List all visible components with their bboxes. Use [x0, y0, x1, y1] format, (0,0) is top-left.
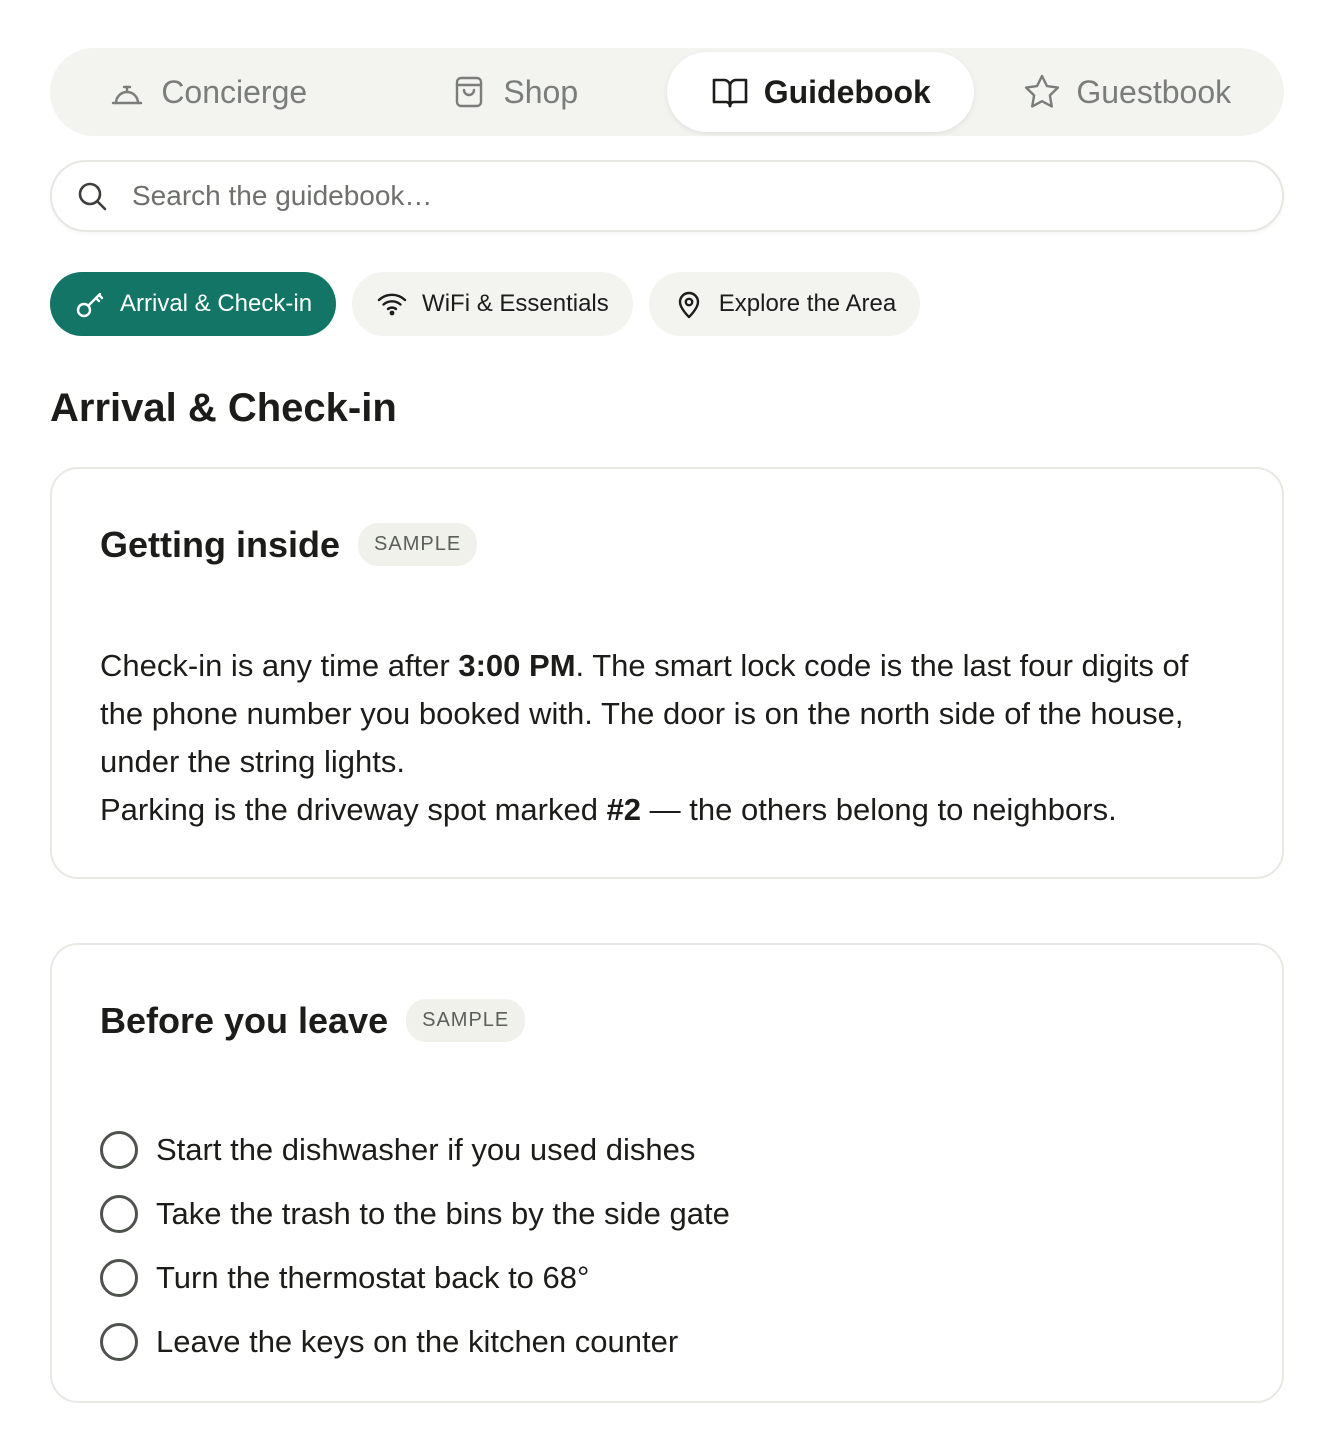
checklist-item-label: Take the trash to the bins by the side g… [156, 1196, 730, 1231]
wifi-icon [376, 288, 408, 320]
checklist-item[interactable]: Start the dishwasher if you used dishes [100, 1118, 1234, 1182]
checklist-item-label: Start the dishwasher if you used dishes [156, 1132, 696, 1167]
checklist-item[interactable]: Take the trash to the bins by the side g… [100, 1182, 1234, 1246]
card-title: Getting inside [100, 523, 341, 565]
parking-spot: #2 [606, 792, 642, 827]
checkbox-circle-icon[interactable] [100, 1323, 138, 1361]
tab-guidebook[interactable]: Guidebook [667, 52, 974, 132]
tab-concierge[interactable]: Concierge [54, 52, 361, 132]
shopping-bag-icon [449, 72, 489, 112]
checkout-checklist: Start the dishwasher if you used dishes … [100, 1118, 1234, 1374]
category-filter: Arrival & Check-in WiFi & Essentials Exp… [50, 272, 1284, 336]
search-icon [76, 180, 108, 212]
sample-badge: SAMPLE [358, 523, 478, 566]
key-icon [74, 288, 106, 320]
card-header: Before you leave SAMPLE [100, 999, 1234, 1042]
bell-icon [107, 72, 147, 112]
category-label: Arrival & Check-in [120, 290, 313, 317]
search-input[interactable] [132, 180, 1232, 212]
sample-badge: SAMPLE [406, 999, 526, 1042]
category-label: Explore the Area [718, 290, 897, 317]
tab-label: Concierge [161, 73, 308, 110]
card-title: Before you leave [100, 999, 389, 1041]
category-explore-area[interactable]: Explore the Area [648, 272, 921, 336]
checklist-item-label: Leave the keys on the kitchen counter [156, 1324, 679, 1359]
checkbox-circle-icon[interactable] [100, 1131, 138, 1169]
section-title: Arrival & Check-in [50, 386, 397, 430]
checklist-item[interactable]: Leave the keys on the kitchen counter [100, 1310, 1234, 1374]
guide-card-getting-inside: Getting inside SAMPLE Check-in is any ti… [50, 467, 1284, 879]
parking-paragraph: Parking is the driveway spot marked #2 —… [100, 786, 1234, 834]
card-header: Getting inside SAMPLE [100, 523, 1234, 566]
tab-shop[interactable]: Shop [361, 52, 668, 132]
category-wifi-essentials[interactable]: WiFi & Essentials [352, 272, 633, 336]
card-body: Check-in is any time after 3:00 PM. The … [100, 642, 1234, 834]
category-arrival-check-in[interactable]: Arrival & Check-in [50, 272, 337, 336]
checkbox-circle-icon[interactable] [100, 1195, 138, 1233]
tab-label: Guestbook [1076, 73, 1232, 110]
checkin-time: 3:00 PM [458, 648, 576, 683]
main-tab-bar: Concierge Shop Guidebook Guestbook [50, 48, 1284, 136]
checkin-paragraph: Check-in is any time after 3:00 PM. The … [100, 642, 1234, 786]
guidebook-page: Concierge Shop Guidebook Guestbook Searc… [0, 0, 1334, 1456]
star-icon [1022, 72, 1062, 112]
text-run: — the others belong to neighbors. [641, 792, 1117, 827]
checkbox-circle-icon[interactable] [100, 1259, 138, 1297]
category-label: WiFi & Essentials [422, 290, 609, 317]
text-run: Parking is the driveway spot marked [100, 792, 607, 827]
checklist-item[interactable]: Turn the thermostat back to 68° [100, 1246, 1234, 1310]
guide-card-before-you-leave: Before you leave SAMPLE Start the dishwa… [50, 943, 1284, 1403]
map-pin-icon [673, 288, 705, 320]
tab-label: Shop [503, 73, 579, 110]
checklist-item-label: Turn the thermostat back to 68° [156, 1260, 590, 1295]
search-bar [50, 160, 1284, 232]
tab-label: Guidebook [763, 73, 931, 110]
text-run: Check-in is any time after [100, 648, 459, 683]
book-icon [710, 72, 750, 112]
tab-guestbook[interactable]: Guestbook [974, 52, 1281, 132]
